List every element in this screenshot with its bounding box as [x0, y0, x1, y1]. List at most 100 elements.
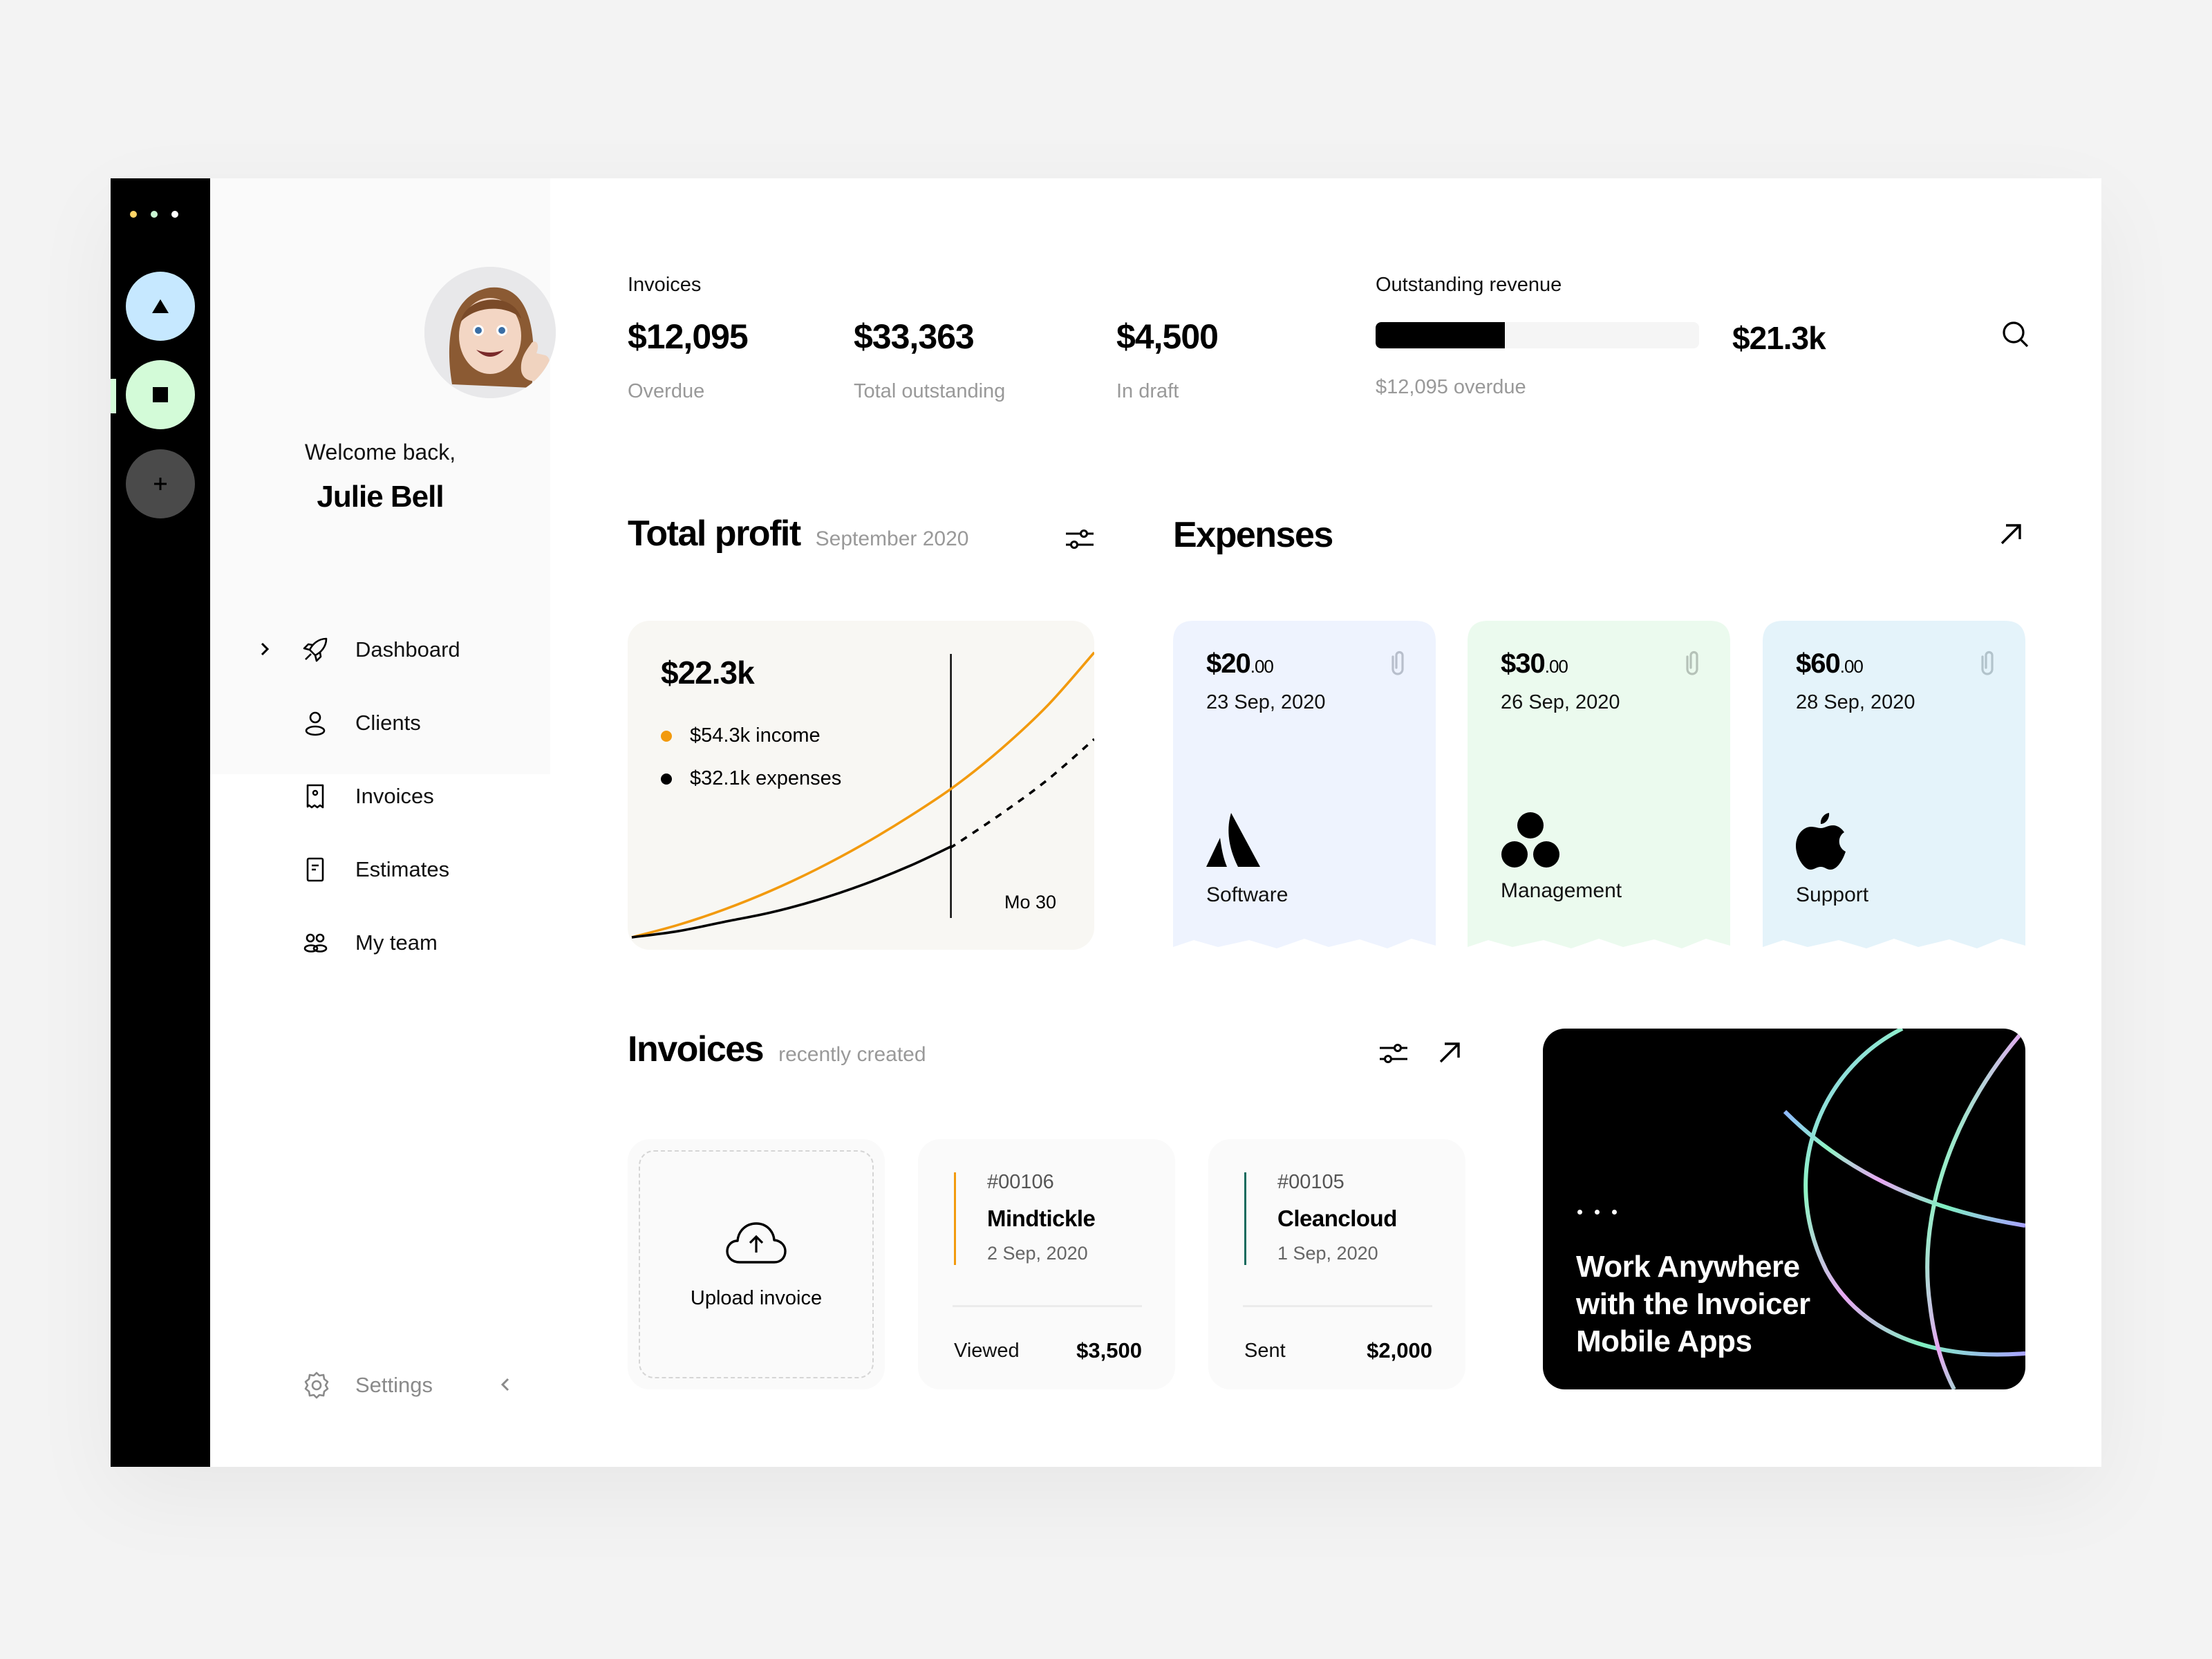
sidebar-item-invoices[interactable]: Invoices [210, 769, 550, 824]
expense-amount: $20.00 [1206, 648, 1274, 679]
active-app-indicator [111, 379, 116, 413]
invoice-number: #00105 [1277, 1171, 1344, 1193]
outstanding-revenue-progress [1376, 322, 1699, 348]
in-draft-label: In draft [1116, 380, 1179, 402]
invoice-status: Viewed [954, 1340, 1020, 1362]
overdue-label: Overdue [628, 380, 705, 402]
promo-dots [1577, 1210, 1617, 1215]
invoice-client: Mindtickle [987, 1206, 1096, 1231]
sidebar-item-label: Invoices [355, 784, 434, 808]
collapse-sidebar-icon[interactable] [500, 1377, 510, 1392]
status-accent-bar [954, 1172, 956, 1265]
invoices-summary-label: Invoices [628, 274, 702, 296]
team-icon [303, 933, 328, 953]
profit-title: Total profit [628, 514, 801, 554]
sidebar-item-my-team[interactable]: My team [210, 915, 550, 971]
profit-period: September 2020 [815, 527, 969, 550]
cloud-upload-icon [726, 1222, 787, 1264]
sidebar-item-clients[interactable]: Clients [210, 695, 550, 751]
invoice-number: #00106 [987, 1171, 1054, 1193]
arrow-up-right-icon [1439, 1042, 1460, 1063]
invoice-amount: $2,000 [1367, 1338, 1432, 1362]
in-draft-value: $4,500 [1116, 317, 1219, 356]
expense-date: 28 Sep, 2020 [1796, 691, 1915, 713]
memoji-avatar-icon [424, 267, 556, 398]
chevron-right-icon [261, 642, 270, 656]
expense-card-software[interactable]: $20.00 23 Sep, 2020 Software [1173, 621, 1436, 951]
avatar[interactable] [424, 267, 556, 398]
expense-card-management[interactable]: $30.00 26 Sep, 2020 Management [1468, 621, 1730, 951]
document-icon [306, 857, 324, 882]
invoice-card[interactable]: #00105 Cleancloud 1 Sep, 2020 Sent $2,00… [1208, 1139, 1465, 1389]
invoice-amount: $3,500 [1076, 1338, 1142, 1362]
progress-fill [1376, 322, 1506, 348]
profit-chart-card: $22.3k $54.3k income $32.1k expenses Mo … [628, 621, 1094, 950]
rail-add-app-button[interactable] [126, 449, 195, 518]
receipt-icon [306, 784, 324, 809]
sidebar-item-label: Dashboard [355, 637, 460, 662]
invoice-date: 1 Sep, 2020 [1277, 1243, 1378, 1264]
window-dot-yellow [130, 211, 137, 218]
search-icon [2003, 321, 2029, 348]
expense-amount: $30.00 [1501, 648, 1568, 679]
invoice-status: Sent [1244, 1340, 1286, 1362]
expense-card-support[interactable]: $60.00 28 Sep, 2020 Support [1763, 621, 2025, 951]
expense-category: Support [1796, 883, 1869, 906]
invoice-client: Cleancloud [1277, 1206, 1397, 1231]
rail-app-square[interactable] [126, 360, 195, 429]
divider [953, 1305, 1142, 1307]
invoice-date: 2 Sep, 2020 [987, 1243, 1088, 1264]
sidebar-item-dashboard[interactable]: Dashboard [210, 622, 550, 677]
sidebar: Welcome back, Julie Bell Dashboard Clien… [210, 178, 556, 1467]
invoices-open-button[interactable] [1432, 1035, 1467, 1070]
user-icon [305, 711, 326, 736]
profit-filter-button[interactable] [1062, 521, 1098, 557]
series-line-expenses-projected [948, 738, 1094, 849]
expenses-title: Expenses [1173, 515, 1333, 555]
expense-amount: $60.00 [1796, 648, 1864, 679]
invoices-title: Invoices [628, 1029, 765, 1069]
sliders-icon [1066, 529, 1094, 549]
square-icon [153, 387, 168, 402]
window-dot-white [171, 211, 178, 218]
expense-category: Software [1206, 883, 1288, 906]
expense-category: Management [1501, 879, 1622, 902]
app-rail [111, 178, 210, 1467]
paperclip-icon[interactable] [1978, 650, 1996, 677]
total-outstanding-value: $33,363 [854, 317, 975, 356]
status-accent-bar [1244, 1172, 1246, 1265]
promo-title: Work Anywhere with the Invoicer Mobile A… [1576, 1250, 1810, 1358]
invoices-filter-button[interactable] [1376, 1035, 1412, 1071]
paperclip-icon[interactable] [1683, 650, 1701, 677]
sidebar-item-label: My team [355, 930, 438, 955]
rail-app-triangle[interactable] [126, 272, 195, 341]
outstanding-revenue-value: $21.3k [1732, 320, 1826, 356]
apple-logo-icon [1796, 813, 1846, 870]
expenses-open-button[interactable] [1994, 517, 2028, 552]
window-dot-green [151, 211, 158, 218]
welcome-text: Welcome back, [304, 440, 456, 465]
mobile-apps-promo-card[interactable]: Work Anywhere with the Invoicer Mobile A… [1543, 1029, 2025, 1389]
outstanding-revenue-label: Outstanding revenue [1376, 274, 1562, 296]
plus-icon [154, 478, 167, 490]
total-outstanding-label: Total outstanding [854, 380, 1006, 402]
sidebar-item-label: Clients [355, 711, 421, 735]
divider [1243, 1305, 1432, 1307]
upload-invoice-button[interactable]: Upload invoice [628, 1139, 885, 1389]
sidebar-item-settings[interactable]: Settings [210, 1358, 550, 1413]
paperclip-icon[interactable] [1389, 650, 1407, 677]
sidebar-item-estimates[interactable]: Estimates [210, 842, 550, 897]
expense-date: 26 Sep, 2020 [1501, 691, 1620, 713]
sidebar-item-label: Estimates [355, 857, 450, 881]
invoices-subtitle: recently created [778, 1043, 926, 1066]
profit-header: Total profit September 2020 [628, 513, 968, 554]
sliders-icon [1380, 1044, 1407, 1063]
app-window: Welcome back, Julie Bell Dashboard Clien… [111, 178, 2101, 1467]
invoice-card[interactable]: #00106 Mindtickle 2 Sep, 2020 Viewed $3,… [918, 1139, 1175, 1389]
search-button[interactable] [1999, 318, 2032, 351]
rocket-icon [303, 637, 328, 662]
overdue-value: $12,095 [628, 317, 749, 356]
upload-invoice-label: Upload invoice [690, 1287, 823, 1309]
asana-logo-icon [1501, 812, 1559, 868]
outstanding-overdue-text: $12,095 overdue [1376, 376, 1526, 398]
